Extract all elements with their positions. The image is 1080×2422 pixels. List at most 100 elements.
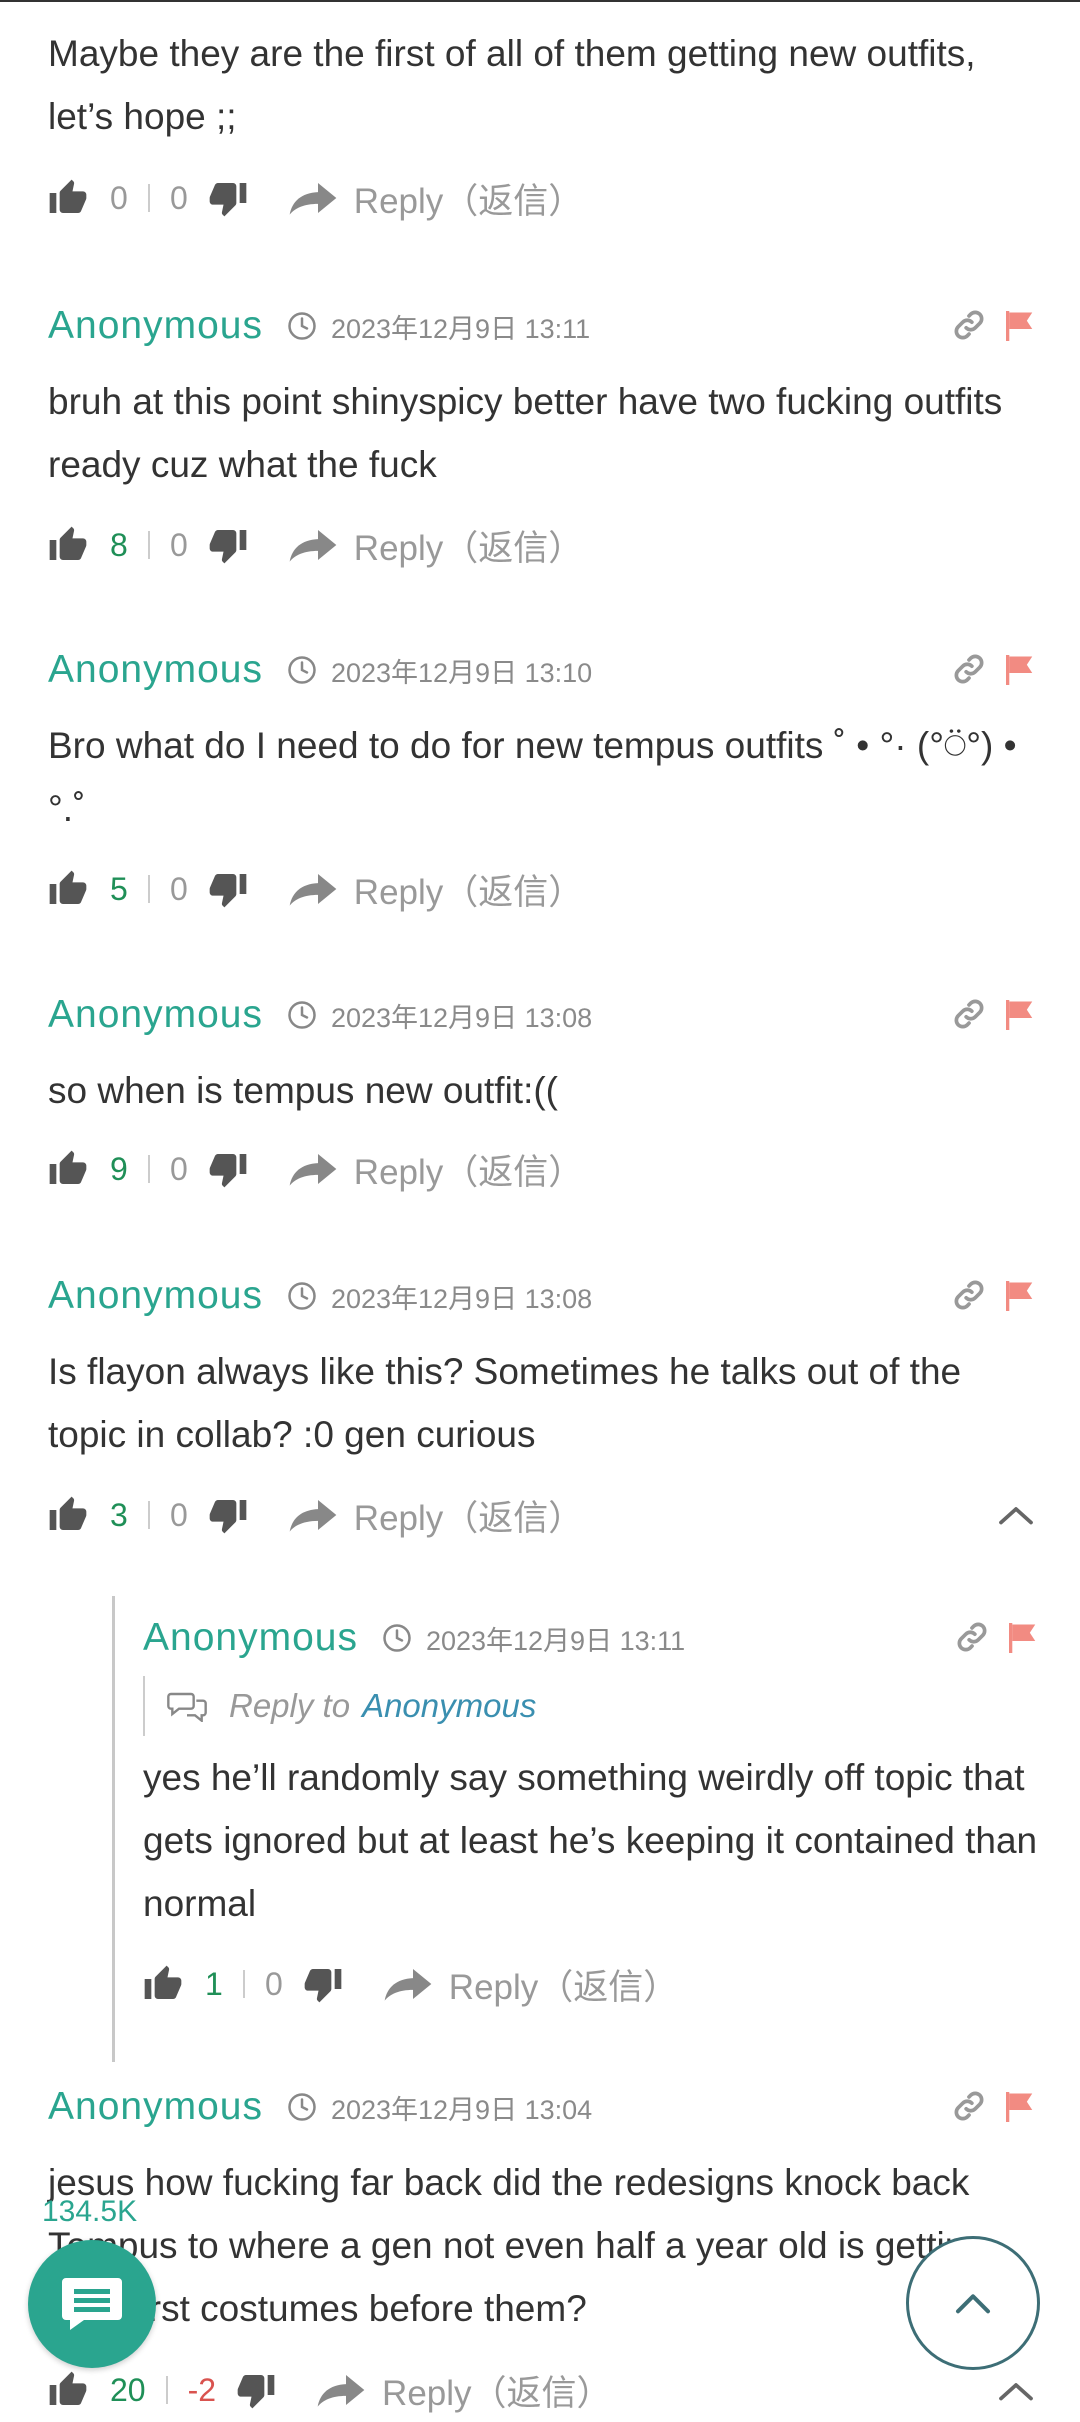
vote-divider	[148, 184, 150, 212]
upvote-count: 5	[110, 870, 128, 907]
link-icon[interactable]	[952, 652, 986, 686]
reply-to-author-link[interactable]: Anonymous	[362, 1687, 536, 1725]
flag-icon[interactable]	[1000, 652, 1036, 688]
upvote-count: 20	[110, 2371, 146, 2408]
comment-actions: 20 -2 Reply（返信）	[48, 2364, 612, 2416]
clock-icon	[287, 1000, 317, 1030]
comment-text: Is flayon always like this? Sometimes he…	[48, 1351, 962, 1455]
downvote-count: 0	[170, 870, 188, 907]
thumbs-down-icon[interactable]	[208, 525, 248, 565]
upvote-count: 9	[110, 1150, 128, 1187]
reply-to-indicator: Reply to Anonymous	[143, 1676, 536, 1736]
reply-author[interactable]: Anonymous	[143, 1616, 358, 1660]
reply-actions: 1 0 Reply（返信）	[143, 1958, 678, 2010]
downvote-count: 0	[265, 1965, 283, 2002]
downvote-count: 0	[170, 1496, 188, 1533]
comment-timestamp[interactable]: 2023年12月9日 13:11	[331, 307, 590, 346]
vote-divider	[165, 2376, 168, 2404]
link-icon[interactable]	[952, 308, 986, 342]
reply-to-label: Reply to	[229, 1687, 351, 1724]
reply-timestamp[interactable]: 2023年12月9日 13:11	[426, 1619, 685, 1658]
top-divider	[0, 0, 1080, 2]
upvote-count: 0	[110, 179, 128, 216]
clock-icon	[287, 2092, 317, 2122]
vote-divider	[148, 1501, 150, 1529]
vote-divider	[148, 1155, 150, 1183]
reply-text: yes he’ll randomly say something weirdly…	[143, 1757, 1038, 1924]
comment-count-badge: 134.5K	[42, 2195, 138, 2228]
thumbs-up-icon[interactable]	[143, 1964, 183, 2004]
clock-icon	[382, 1623, 412, 1653]
vote-divider	[148, 875, 150, 903]
comment-actions: 8 0 Reply（返信）	[48, 519, 583, 571]
comment-text: Bro what do I need to do for new tempus …	[48, 725, 1017, 829]
link-icon[interactable]	[952, 997, 986, 1031]
comment-text: so when is tempus new outfit:((	[48, 1070, 558, 1111]
flag-icon[interactable]	[1003, 1620, 1039, 1656]
link-icon[interactable]	[955, 1620, 989, 1654]
comment-text: Maybe they are the first of all of them …	[48, 33, 976, 137]
downvote-count: 0	[170, 179, 188, 216]
reply-icon[interactable]	[288, 1495, 338, 1535]
comment-author[interactable]: Anonymous	[48, 1274, 263, 1318]
vote-divider	[148, 531, 150, 559]
reply-button[interactable]: Reply（返信）	[449, 1959, 678, 2010]
comment-timestamp[interactable]: 2023年12月9日 13:08	[331, 1277, 592, 1316]
flag-icon[interactable]	[1000, 308, 1036, 344]
clock-icon	[287, 655, 317, 685]
reply-icon[interactable]	[316, 2370, 366, 2410]
comment-timestamp[interactable]: 2023年12月9日 13:04	[331, 2088, 592, 2127]
downvote-count: 0	[170, 526, 188, 563]
thumbs-up-icon[interactable]	[48, 869, 88, 909]
thumbs-up-icon[interactable]	[48, 525, 88, 565]
link-icon[interactable]	[952, 2089, 986, 2123]
reply-button[interactable]: Reply（返信）	[354, 1144, 583, 1195]
chevron-up-icon[interactable]	[998, 2379, 1034, 2403]
reply-icon[interactable]	[288, 525, 338, 565]
clock-icon	[287, 311, 317, 341]
thumbs-down-icon[interactable]	[236, 2370, 276, 2410]
reply-icon[interactable]	[383, 1964, 433, 2004]
comment-actions: 0 0 Reply（返信）	[48, 172, 583, 224]
comments-fab-button[interactable]	[28, 2240, 156, 2368]
clock-icon	[287, 1281, 317, 1311]
reply-button[interactable]: Reply（返信）	[354, 520, 583, 571]
thumbs-up-icon[interactable]	[48, 1495, 88, 1535]
thumbs-down-icon[interactable]	[208, 178, 248, 218]
thumbs-down-icon[interactable]	[303, 1964, 343, 2004]
flag-icon[interactable]	[1000, 2089, 1036, 2125]
comment-author[interactable]: Anonymous	[48, 648, 263, 692]
comment-bubble-icon	[62, 2278, 122, 2330]
comment-text: bruh at this point shinyspicy better hav…	[48, 381, 1003, 485]
thumbs-up-icon[interactable]	[48, 2370, 88, 2410]
flag-icon[interactable]	[1000, 997, 1036, 1033]
comment-author[interactable]: Anonymous	[48, 2085, 263, 2129]
thumbs-down-icon[interactable]	[208, 869, 248, 909]
comment-actions: 9 0 Reply（返信）	[48, 1143, 583, 1195]
comment-timestamp[interactable]: 2023年12月9日 13:10	[331, 651, 592, 690]
thumbs-down-icon[interactable]	[208, 1495, 248, 1535]
flag-icon[interactable]	[1000, 1278, 1036, 1314]
thumbs-down-icon[interactable]	[208, 1149, 248, 1189]
reply-icon[interactable]	[288, 1149, 338, 1189]
reply-button[interactable]: Reply（返信）	[354, 864, 583, 915]
thumbs-up-icon[interactable]	[48, 1149, 88, 1189]
comment-author[interactable]: Anonymous	[48, 993, 263, 1037]
comment-timestamp[interactable]: 2023年12月9日 13:08	[331, 996, 592, 1035]
reply-icon[interactable]	[288, 178, 338, 218]
scroll-to-top-button[interactable]	[906, 2236, 1040, 2370]
downvote-count: -2	[187, 2371, 217, 2408]
link-icon[interactable]	[952, 1278, 986, 1312]
downvote-count: 0	[170, 1150, 188, 1187]
upvote-count: 3	[110, 1496, 128, 1533]
reply-button[interactable]: Reply（返信）	[382, 2365, 611, 2416]
chat-bubbles-icon	[167, 1692, 207, 1722]
reply-button[interactable]: Reply（返信）	[354, 173, 583, 224]
thumbs-up-icon[interactable]	[48, 178, 88, 218]
comment-actions: 3 0 Reply（返信）	[48, 1489, 583, 1541]
reply-button[interactable]: Reply（返信）	[354, 1490, 583, 1541]
upvote-count: 1	[205, 1965, 223, 2002]
chevron-up-icon[interactable]	[998, 1503, 1034, 1527]
reply-icon[interactable]	[288, 869, 338, 909]
comment-author[interactable]: Anonymous	[48, 304, 263, 348]
